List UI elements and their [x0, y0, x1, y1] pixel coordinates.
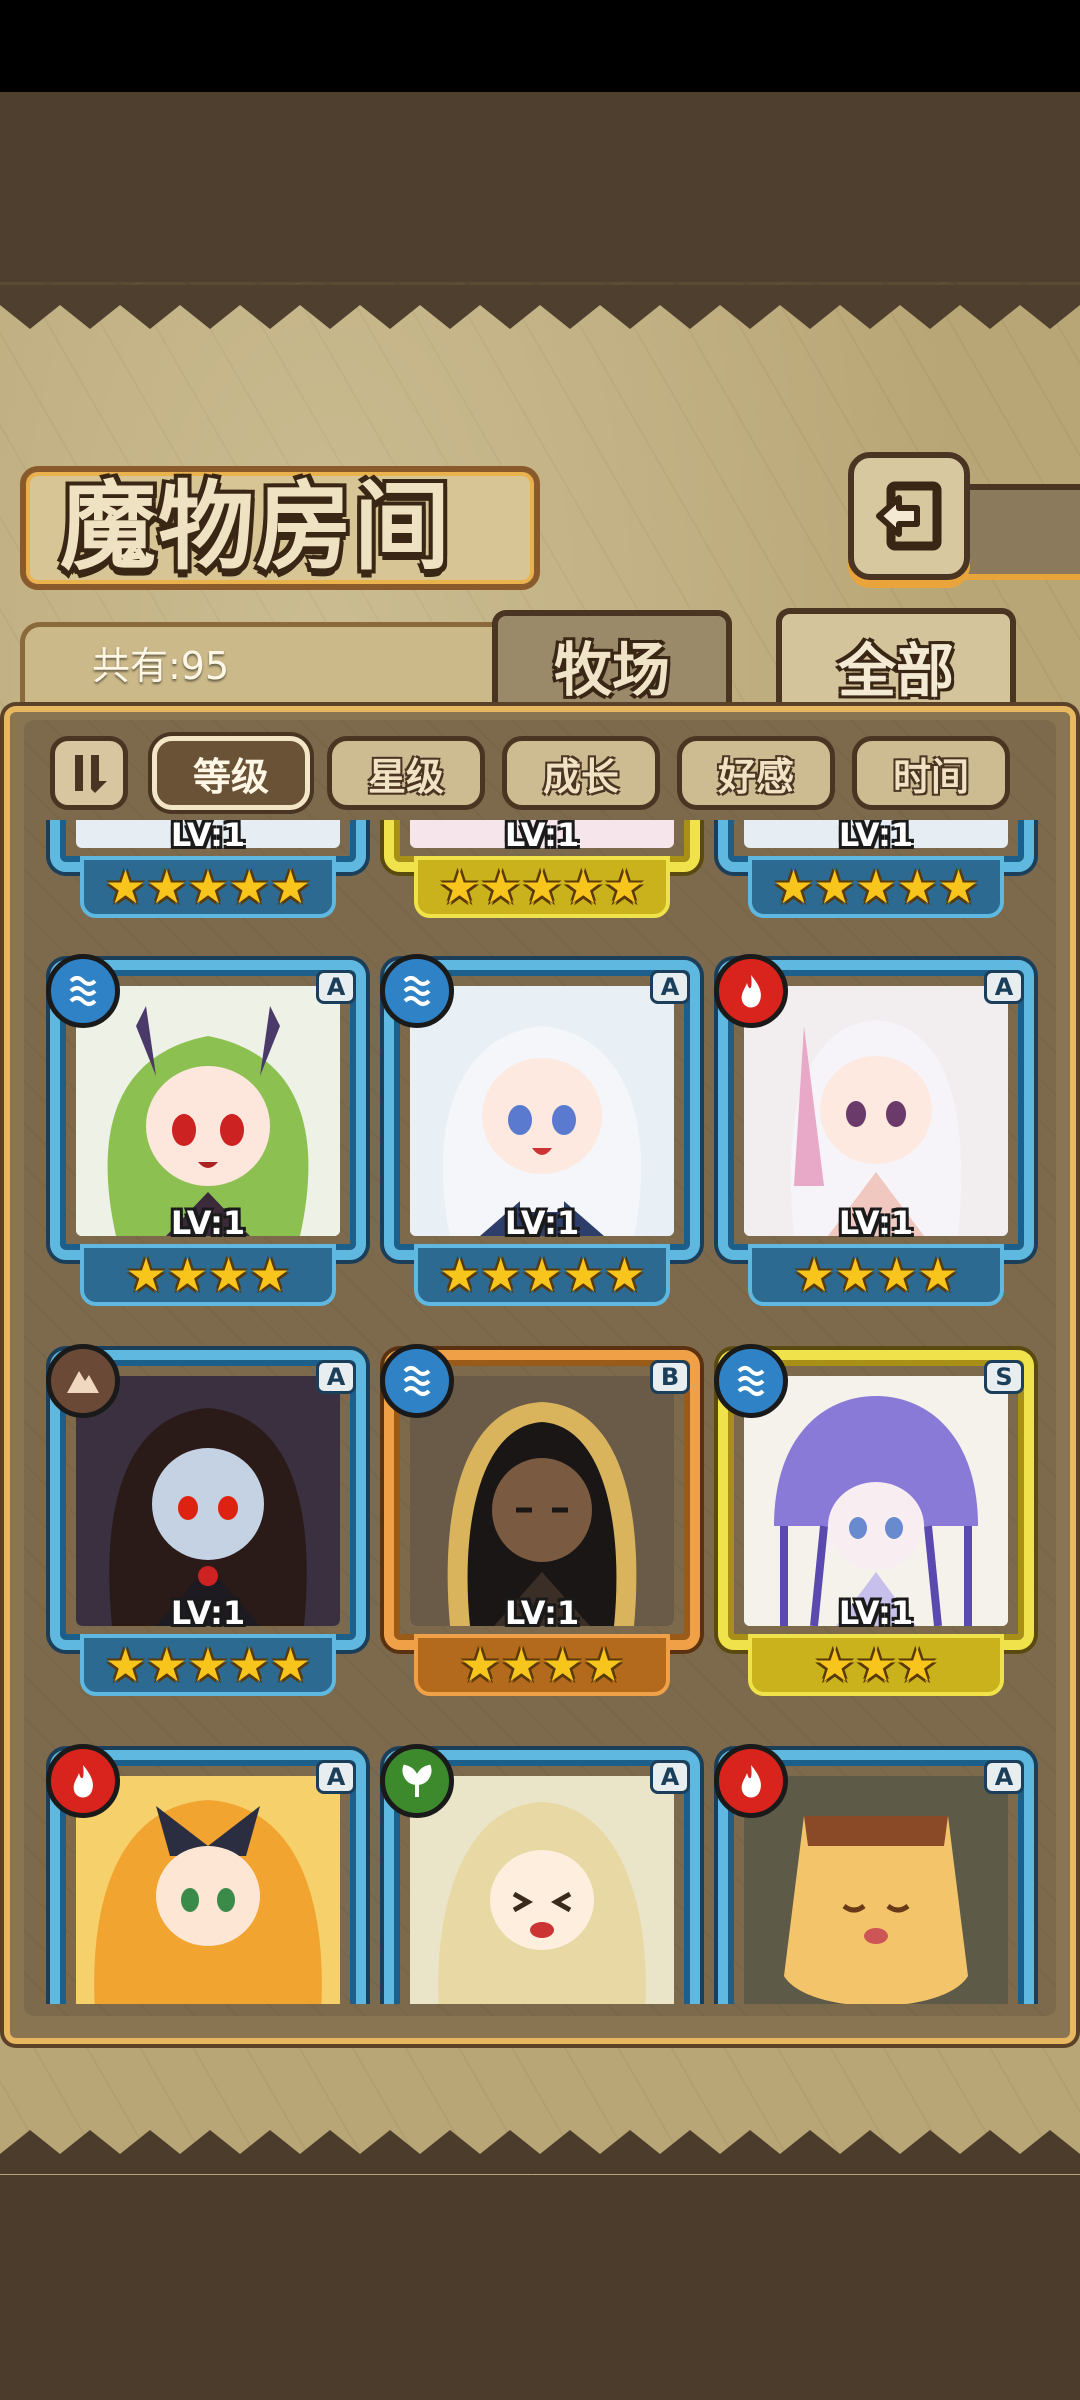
monster-card[interactable]: A LV:1 ★★★★★: [46, 1344, 366, 1696]
star-rating: ★★★★★: [748, 856, 1004, 918]
sort-order-icon: [75, 755, 107, 793]
monster-count: 共有:95: [92, 644, 230, 688]
rank-badge: A: [316, 970, 356, 1004]
level-label: LV:1: [838, 1204, 914, 1242]
level-label: LV:1: [170, 1204, 246, 1242]
monster-portrait: [76, 1776, 340, 2004]
monster-portrait: [744, 1776, 1008, 2004]
monster-portrait: [76, 1376, 340, 1626]
water-element-icon: [380, 1344, 454, 1418]
back-button-rail: [960, 484, 1080, 580]
earth-element-icon: [46, 1344, 120, 1418]
rank-badge: A: [316, 1360, 356, 1394]
level-label: LV:1: [170, 820, 246, 854]
sort-level-button[interactable]: 等级: [152, 736, 310, 810]
sort-affection-button[interactable]: 好感: [677, 736, 835, 810]
monster-card[interactable]: A LV:1 ★★★★: [714, 954, 1034, 1306]
monster-card[interactable]: A: [46, 1744, 366, 2004]
level-label: LV:1: [170, 1594, 246, 1632]
level-label: LV:1: [838, 1594, 914, 1632]
rank-badge: A: [984, 970, 1024, 1004]
sort-star-button[interactable]: 星级: [327, 736, 485, 810]
monster-card[interactable]: A: [714, 1744, 1034, 2004]
level-label: LV:1: [504, 820, 580, 854]
monster-portrait: [410, 986, 674, 1236]
star-rating: ★★★★: [80, 1244, 336, 1306]
wood-element-icon: [380, 1744, 454, 1818]
scroll-edge-top: [0, 285, 1080, 329]
fire-element-icon: [46, 1744, 120, 1818]
map-background-bottom: [0, 2170, 1080, 2400]
monster-card[interactable]: S LV:1 ★★★: [714, 1344, 1034, 1696]
star-rating: ★★★★★: [414, 1244, 670, 1306]
star-rating: ★★★★: [414, 1634, 670, 1696]
monster-portrait: [744, 1376, 1008, 1626]
water-element-icon: [46, 954, 120, 1028]
star-rating: ★★★★★: [80, 1634, 336, 1696]
rank-badge: B: [650, 1360, 690, 1394]
sort-time-button[interactable]: 时间: [852, 736, 1010, 810]
level-label: LV:1: [838, 820, 914, 854]
back-button[interactable]: [848, 452, 970, 580]
back-arrow-icon: [876, 481, 942, 551]
monster-card[interactable]: A: [380, 1744, 700, 2004]
monster-portrait: [410, 1776, 674, 2004]
map-background-top: [0, 92, 1080, 282]
monster-grid: LV:1 ★★★★★ LV:1 ★★★★★ LV:1 ★★★★★ A LV:1 …: [34, 820, 1046, 2004]
scroll-edge-bottom: [0, 2130, 1080, 2174]
level-label: LV:1: [504, 1204, 580, 1242]
tab-ranch[interactable]: 牧场: [492, 610, 732, 714]
water-element-icon: [380, 954, 454, 1028]
rank-badge: A: [650, 1760, 690, 1794]
monster-card[interactable]: B LV:1 ★★★★: [380, 1344, 700, 1696]
rank-badge: A: [650, 970, 690, 1004]
rank-badge: A: [316, 1760, 356, 1794]
level-label: LV:1: [504, 1594, 580, 1632]
fire-element-icon: [714, 1744, 788, 1818]
water-element-icon: [714, 1344, 788, 1418]
tab-all[interactable]: 全部: [776, 608, 1016, 718]
star-rating: ★★★★: [748, 1244, 1004, 1306]
monster-card[interactable]: A LV:1 ★★★★: [46, 954, 366, 1306]
star-rating: ★★★★★: [80, 856, 336, 918]
monster-card[interactable]: A LV:1 ★★★★★: [380, 954, 700, 1306]
monster-portrait: [410, 1376, 674, 1626]
fire-element-icon: [714, 954, 788, 1028]
rank-badge: S: [984, 1360, 1024, 1394]
star-rating: ★★★: [748, 1634, 1004, 1696]
star-rating: ★★★★★: [414, 856, 670, 918]
sort-order-toggle[interactable]: [50, 736, 128, 810]
status-bar: [0, 0, 1080, 92]
monster-card[interactable]: LV:1 ★★★★★: [718, 820, 1034, 918]
rank-badge: A: [984, 1760, 1024, 1794]
page-title: 魔物房间: [60, 470, 452, 583]
monster-portrait: [76, 986, 340, 1236]
monster-card[interactable]: LV:1 ★★★★★: [384, 820, 700, 918]
monster-card[interactable]: LV:1 ★★★★★: [50, 820, 366, 918]
monster-portrait: [744, 986, 1008, 1236]
sort-growth-button[interactable]: 成长: [502, 736, 660, 810]
